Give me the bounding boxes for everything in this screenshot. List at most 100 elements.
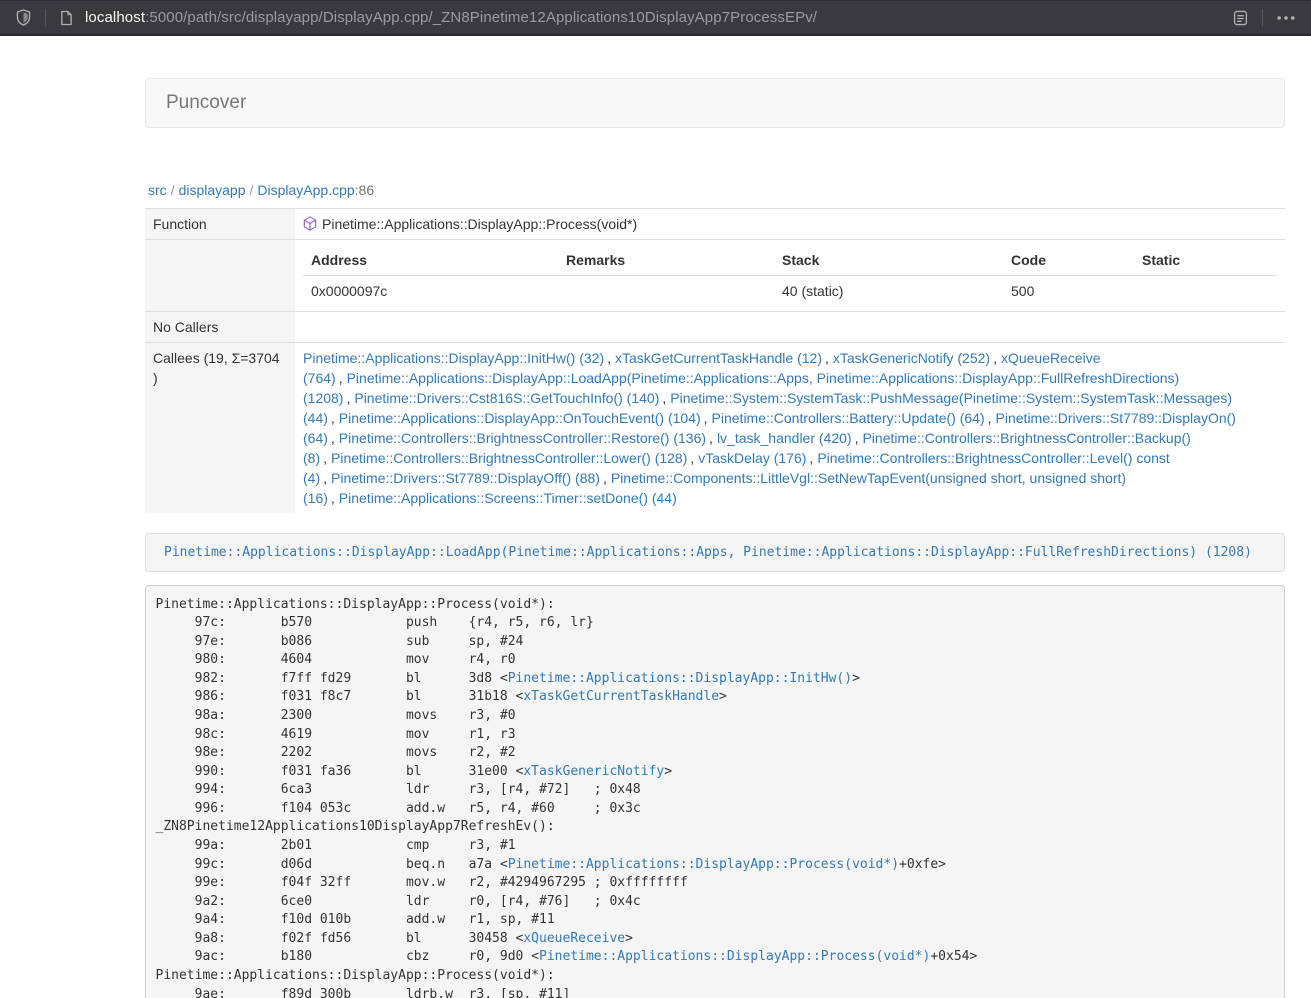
breadcrumb-line-number: :86 xyxy=(355,182,374,198)
callee-separator: , xyxy=(690,450,694,466)
code-symbol-link[interactable]: Pinetime::Applications::DisplayApp::Init… xyxy=(508,671,852,686)
code-text: 996: f104 053c add.w r5, r4, #60 ; 0x3c xyxy=(156,801,641,816)
code-text: > xyxy=(719,689,727,704)
code-symbol-link[interactable]: xTaskGetCurrentTaskHandle xyxy=(523,689,719,704)
callee-link[interactable]: Pinetime::Applications::DisplayApp::OnTo… xyxy=(339,410,701,426)
callee-link[interactable]: vTaskDelay (176) xyxy=(698,450,806,466)
code-text: > xyxy=(852,671,860,686)
callee-separator: , xyxy=(323,470,327,486)
code-text: > xyxy=(664,764,672,779)
col-header-code: Code xyxy=(1003,245,1134,276)
value-address: 0x0000097c xyxy=(303,276,558,307)
code-text: 9a2: 6ce0 ldr r0, [r4, #76] ; 0x4c xyxy=(156,894,641,909)
code-text: 97e: b086 sub sp, #24 xyxy=(156,634,524,649)
value-remarks xyxy=(558,276,774,307)
callee-link[interactable]: lv_task_handler (420) xyxy=(717,430,852,446)
callee-separator: , xyxy=(825,350,829,366)
callee-separator: , xyxy=(709,430,713,446)
function-name: Pinetime::Applications::DisplayApp::Proc… xyxy=(322,216,637,232)
col-header-static: Static xyxy=(1134,245,1277,276)
code-text: 986: f031 f8c7 bl 31b18 < xyxy=(156,689,524,704)
page-icon[interactable] xyxy=(56,10,77,26)
code-symbol-link[interactable]: xTaskGenericNotify xyxy=(523,764,664,779)
code-text: 97c: b570 push {r4, r5, r6, lr} xyxy=(156,615,594,630)
callees-list: Pinetime::Applications::DisplayApp::Init… xyxy=(295,343,1285,514)
callee-link[interactable]: xTaskGetCurrentTaskHandle (12) xyxy=(615,350,822,366)
code-text: 994: 6ca3 ldr r3, [r4, #72] ; 0x48 xyxy=(156,782,641,797)
url-host: localhost xyxy=(85,9,145,26)
value-code: 500 xyxy=(1003,276,1134,307)
callee-link[interactable]: Pinetime::Drivers::St7789::DisplayOff() … xyxy=(331,470,600,486)
callee-separator: , xyxy=(323,450,327,466)
code-text: 980: 4604 mov r4, r0 xyxy=(156,652,516,667)
code-symbol-link[interactable]: Pinetime::Applications::DisplayApp::Proc… xyxy=(539,949,930,964)
code-text: 99a: 2b01 cmp r3, #1 xyxy=(156,838,516,853)
app-header: Puncover xyxy=(145,78,1285,128)
no-callers-row: No Callers xyxy=(145,312,1285,343)
detail-header-row: Address Remarks Stack Code Static xyxy=(303,245,1277,276)
callee-link[interactable]: Pinetime::Controllers::BrightnessControl… xyxy=(339,430,706,446)
col-header-remarks: Remarks xyxy=(558,245,774,276)
code-symbol-link[interactable]: Pinetime::Applications::DisplayApp::Proc… xyxy=(508,857,899,872)
callee-separator: , xyxy=(662,390,666,406)
value-static xyxy=(1134,276,1277,307)
url-bar[interactable]: localhost:5000/path/src/displayapp/Displ… xyxy=(85,9,1229,26)
callees-label: Callees (19, Σ=3704 ) xyxy=(145,343,295,514)
col-header-address: Address xyxy=(303,245,558,276)
breadcrumb-separator: / xyxy=(171,182,175,198)
code-text: 9a4: f10d 010b add.w r1, sp, #11 xyxy=(156,912,555,927)
code-text: Pinetime::Applications::DisplayApp::Proc… xyxy=(156,597,555,612)
code-text: 98a: 2300 movs r3, #0 xyxy=(156,708,516,723)
function-row: Function Pinetime::Applications::Display… xyxy=(145,209,1285,240)
code-text: +0xfe> xyxy=(899,857,946,872)
row-label-empty xyxy=(145,240,295,312)
code-text: 9ae: f89d 300b ldrb.w r3, [sp, #11] xyxy=(156,987,571,998)
loadapp-link[interactable]: Pinetime::Applications::DisplayApp::Load… xyxy=(164,545,1252,560)
callee-separator: , xyxy=(339,370,343,386)
no-callers-label: No Callers xyxy=(145,312,295,343)
disassembly-code-block: Pinetime::Applications::DisplayApp::Proc… xyxy=(145,585,1285,998)
callee-link[interactable]: Pinetime::Controllers::BrightnessControl… xyxy=(331,450,687,466)
cube-icon xyxy=(303,216,317,231)
callee-separator: , xyxy=(988,410,992,426)
value-stack: 40 (static) xyxy=(774,276,1003,307)
code-text: +0x54> xyxy=(930,949,977,964)
callee-link[interactable]: Pinetime::Controllers::Battery::Update()… xyxy=(712,410,985,426)
breadcrumb-link-displayapp[interactable]: displayapp xyxy=(179,182,246,198)
callee-separator: , xyxy=(809,450,813,466)
code-symbol-link[interactable]: xQueueReceive xyxy=(523,931,625,946)
callee-link[interactable]: xTaskGenericNotify (252) xyxy=(833,350,990,366)
callee-link[interactable]: Pinetime::Drivers::Cst816S::GetTouchInfo… xyxy=(354,390,659,406)
page-content: Puncover src/displayapp/DisplayApp.cpp:8… xyxy=(145,78,1285,998)
toolbar-divider xyxy=(1262,9,1263,27)
row-label-function: Function xyxy=(145,209,295,240)
code-text: Pinetime::Applications::DisplayApp::Proc… xyxy=(156,968,555,983)
callee-link[interactable]: Pinetime::Applications::Screens::Timer::… xyxy=(339,490,677,506)
code-text: > xyxy=(625,931,633,946)
callee-separator: , xyxy=(607,350,611,366)
callee-separator: , xyxy=(855,430,859,446)
callee-separator: , xyxy=(993,350,997,366)
callee-separator: , xyxy=(331,410,335,426)
callee-separator: , xyxy=(331,490,335,506)
callees-row: Callees (19, Σ=3704 ) Pinetime::Applicat… xyxy=(145,343,1285,514)
no-callers-cell xyxy=(295,312,1285,343)
brand-link[interactable]: Puncover xyxy=(146,79,261,128)
breadcrumb-separator: / xyxy=(250,182,254,198)
more-menu-icon[interactable] xyxy=(1273,16,1299,20)
reader-view-icon[interactable] xyxy=(1229,10,1252,26)
breadcrumb-link-src[interactable]: src xyxy=(148,182,167,198)
code-text: 98c: 4619 mov r1, r3 xyxy=(156,727,516,742)
code-text: 99e: f04f 32ff mov.w r2, #4294967295 ; 0… xyxy=(156,875,688,890)
url-path: :5000/path/src/displayapp/DisplayApp.cpp… xyxy=(145,9,817,26)
code-text: 9ac: b180 cbz r0, 9d0 < xyxy=(156,949,540,964)
callee-link[interactable]: Pinetime::Applications::DisplayApp::Init… xyxy=(303,350,604,366)
toolbar-divider xyxy=(45,9,46,27)
code-text: 9a8: f02f fd56 bl 30458 < xyxy=(156,931,524,946)
shield-icon[interactable] xyxy=(12,9,35,26)
code-text: 99c: d06d beq.n a7a < xyxy=(156,857,508,872)
highlight-panel: Pinetime::Applications::DisplayApp::Load… xyxy=(145,533,1285,572)
callee-separator: , xyxy=(331,430,335,446)
breadcrumb-link-file[interactable]: DisplayApp.cpp xyxy=(257,182,354,198)
code-text: 982: f7ff fd29 bl 3d8 < xyxy=(156,671,508,686)
